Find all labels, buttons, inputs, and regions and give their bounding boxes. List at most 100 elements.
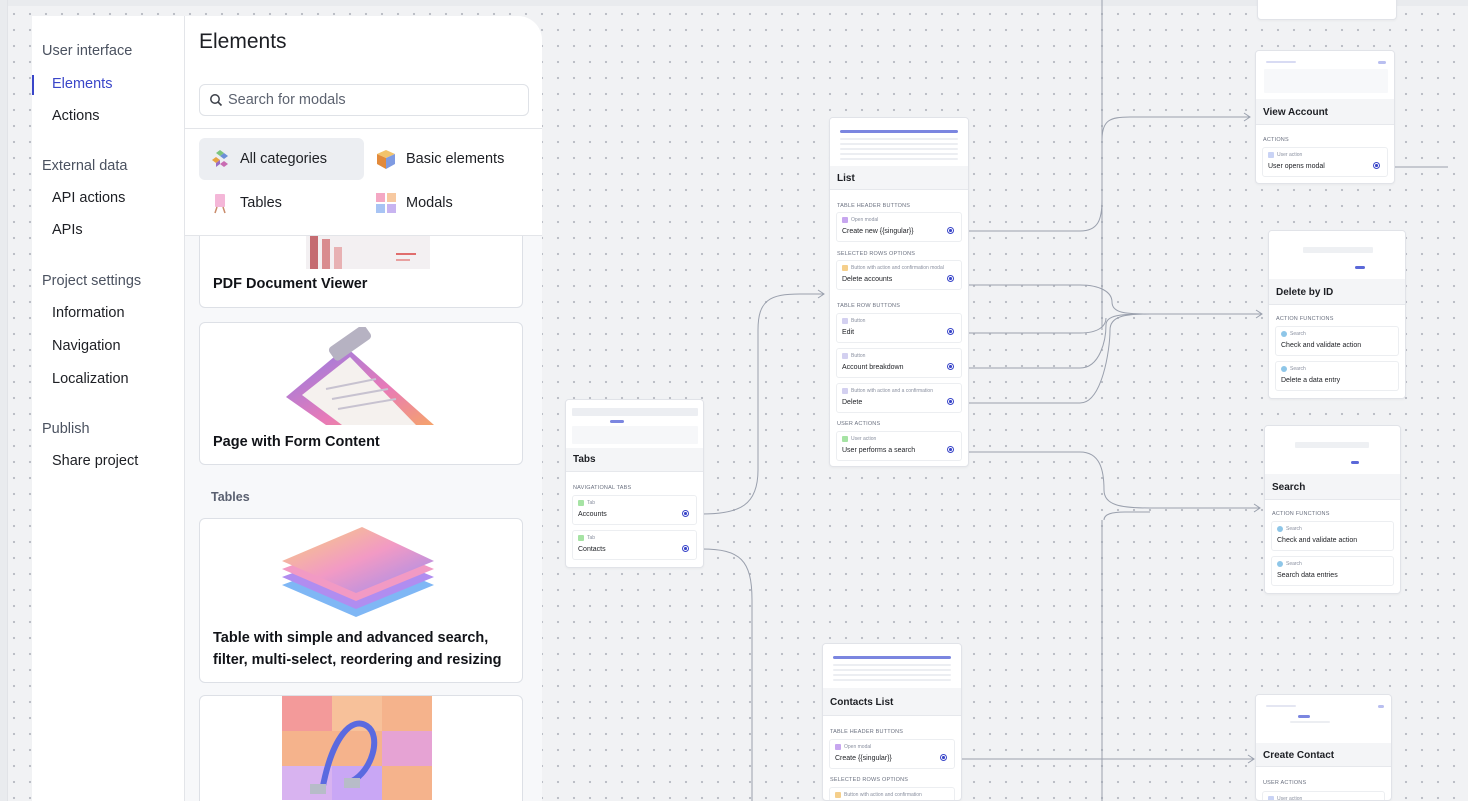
node-row-check-validate[interactable]: Search Check and validate action — [1275, 326, 1399, 356]
search-icon — [1281, 331, 1287, 337]
node-group-label: USER ACTIONS — [837, 421, 881, 427]
node-view-account[interactable]: View Account ACTIONS User action User op… — [1255, 50, 1395, 184]
row-kind: User action — [851, 436, 877, 442]
node-group-label: SELECTED ROWS OPTIONS — [830, 777, 909, 783]
node-row-search-entries[interactable]: Search Search data entries — [1271, 556, 1394, 586]
node-group-label: SELECTED ROWS OPTIONS — [837, 251, 916, 257]
category-label: Modals — [406, 195, 453, 211]
elements-panel-header: Elements All categories — [185, 16, 542, 236]
output-port[interactable] — [947, 398, 954, 405]
panel-title: Elements — [199, 30, 287, 53]
element-card-form-page[interactable]: Page with Form Content — [199, 322, 523, 465]
row-kind: Search — [1286, 526, 1302, 532]
element-card-title: PDF Document Viewer — [213, 276, 368, 292]
output-port[interactable] — [682, 510, 689, 517]
node-row-user-search[interactable]: User action User performs a search — [836, 431, 962, 461]
output-port[interactable] — [940, 754, 947, 761]
output-port[interactable] — [682, 545, 689, 552]
output-port[interactable] — [947, 363, 954, 370]
nav-item-navigation[interactable]: Navigation — [52, 338, 121, 354]
nav-item-information[interactable]: Information — [52, 305, 125, 321]
node-row-selected-option[interactable]: Button with action and confirmation — [829, 787, 955, 800]
node-tabs[interactable]: Tabs NAVIGATIONAL TABS Tab Accounts Tab … — [565, 399, 704, 568]
output-port[interactable] — [1373, 162, 1380, 169]
node-preview — [1269, 231, 1405, 279]
nav-section-project-settings: Project settings — [42, 273, 142, 289]
node-title: Tabs — [573, 454, 596, 465]
button-icon — [842, 388, 848, 394]
element-card-title: Table with simple and advanced search, f… — [213, 630, 502, 668]
node-group-label: TABLE HEADER BUTTONS — [837, 203, 911, 209]
row-kind: User action — [1277, 796, 1303, 801]
node-row-user-opens-modal[interactable]: User action User opens modal — [1262, 147, 1388, 177]
row-label: Delete a data entry — [1281, 377, 1341, 384]
node-search[interactable]: Search ACTION FUNCTIONS Search Check and… — [1264, 425, 1401, 594]
node-group-label: ACTION FUNCTIONS — [1272, 511, 1330, 517]
element-card-cable[interactable] — [199, 695, 523, 801]
node-group-label: TABLE HEADER BUTTONS — [830, 729, 904, 735]
button-icon — [842, 353, 848, 359]
nav-item-elements[interactable]: Elements — [52, 76, 112, 92]
tab-icon — [578, 500, 584, 506]
element-card-table[interactable]: Table with simple and advanced search, f… — [199, 518, 523, 683]
nav-item-localization[interactable]: Localization — [52, 371, 129, 387]
node-row-create-new[interactable]: Open modal Create new {{singular}} — [836, 212, 962, 242]
row-label: User performs a search — [842, 447, 916, 454]
output-port[interactable] — [947, 275, 954, 282]
output-port[interactable] — [947, 328, 954, 335]
node-header: Search — [1265, 474, 1400, 500]
modal-icon — [842, 217, 848, 223]
category-all[interactable]: All categories — [199, 138, 364, 180]
node-row-check-validate[interactable]: Search Check and validate action — [1271, 521, 1394, 551]
cable-grid-image — [282, 696, 432, 800]
row-label: Delete accounts — [842, 276, 893, 283]
node-row-contacts[interactable]: Tab Contacts — [572, 530, 697, 560]
cubes-icon — [212, 150, 228, 167]
node-preview — [830, 118, 968, 166]
category-modals[interactable]: Modals — [365, 182, 530, 224]
output-port[interactable] — [947, 446, 954, 453]
node-row-delete[interactable]: Button with action and a confirmation De… — [836, 383, 962, 413]
row-kind: Open modal — [844, 744, 872, 750]
category-basic-elements[interactable]: Basic elements — [365, 138, 530, 180]
search-input[interactable] — [228, 87, 524, 113]
node-header: Contacts List — [823, 688, 961, 716]
elements-list[interactable]: PDF Document Viewer Page with Form Conte… — [185, 216, 542, 801]
node-row-delete-entry[interactable]: Search Delete a data entry — [1275, 361, 1399, 391]
row-label: User opens modal — [1268, 163, 1325, 170]
node-row-accounts[interactable]: Tab Accounts — [572, 495, 697, 525]
nav-item-actions[interactable]: Actions — [52, 108, 100, 124]
nav-item-apis[interactable]: APIs — [52, 222, 83, 238]
row-kind: Search — [1290, 366, 1306, 372]
nav-section-external-data: External data — [42, 158, 128, 174]
node-row-edit[interactable]: Button Edit — [836, 313, 962, 343]
easel-icon — [214, 194, 226, 214]
node-row-user-action[interactable]: User action — [1262, 791, 1385, 801]
node-preview — [1265, 426, 1400, 474]
node-preview — [1256, 695, 1391, 743]
nav-item-share-project[interactable]: Share project — [52, 453, 138, 469]
node-row-delete-accounts[interactable]: Button with action and confirmation moda… — [836, 260, 962, 290]
node-partial-top[interactable] — [1257, 0, 1397, 20]
nav-item-api-actions[interactable]: API actions — [52, 190, 125, 206]
row-kind: Search — [1286, 561, 1302, 567]
node-group-label: NAVIGATIONAL TABS — [573, 485, 632, 491]
node-create-contact[interactable]: Create Contact USER ACTIONS User action — [1255, 694, 1392, 801]
category-label: Basic elements — [406, 151, 505, 167]
nav-section-publish: Publish — [42, 421, 90, 437]
row-label: Account breakdown — [842, 364, 904, 371]
node-title: List — [837, 173, 855, 184]
row-label: Check and validate action — [1281, 342, 1362, 349]
node-delete-by-id[interactable]: Delete by ID ACTION FUNCTIONS Search Che… — [1268, 230, 1406, 399]
row-kind: Button with action and confirmation moda… — [851, 265, 944, 271]
output-port[interactable] — [947, 227, 954, 234]
category-label: Tables — [240, 195, 282, 211]
search-box[interactable] — [199, 84, 529, 116]
tab-icon — [578, 535, 584, 541]
node-title: Delete by ID — [1276, 287, 1334, 298]
node-row-account-breakdown[interactable]: Button Account breakdown — [836, 348, 962, 378]
node-list[interactable]: List TABLE HEADER BUTTONS Open modal Cre… — [829, 117, 969, 467]
category-tables[interactable]: Tables — [199, 182, 364, 224]
node-row-create[interactable]: Open modal Create {{singular}} — [829, 739, 955, 769]
node-contacts-list[interactable]: Contacts List TABLE HEADER BUTTONS Open … — [822, 643, 962, 801]
